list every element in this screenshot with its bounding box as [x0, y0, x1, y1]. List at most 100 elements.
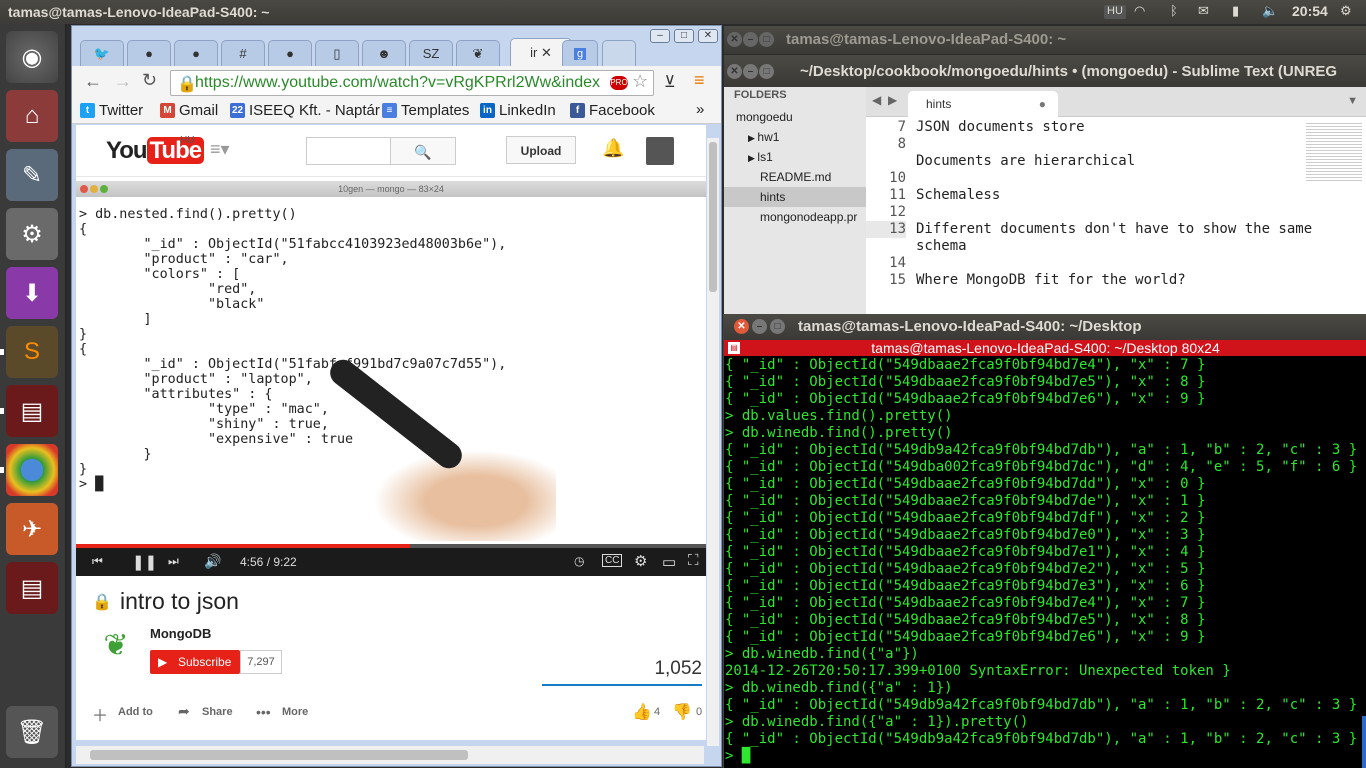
menu-icon[interactable]: ≡: [694, 70, 705, 91]
mongodb-leaf-icon[interactable]: ❦: [98, 628, 134, 676]
sidebar-item-ls1[interactable]: ▶ ls1: [724, 147, 866, 167]
editor-pane[interactable]: ◀ ▶ hints ● ▼ 7 8 10 11 12 13 14 15 JSON docume…: [866, 87, 1366, 315]
search-input[interactable]: [306, 137, 392, 165]
share-button[interactable]: Share: [202, 706, 233, 718]
tab-scroll-left-icon[interactable]: ◀: [872, 93, 881, 107]
keyboard-layout-indicator[interactable]: HU: [1104, 5, 1126, 19]
close-button[interactable]: ✕: [734, 319, 749, 334]
terminal-window[interactable]: ✕ – □ tamas@tamas-Lenovo-IdeaPad-S400: ~…: [723, 314, 1366, 768]
terminal-output[interactable]: { "_id" : ObjectId("549dbaae2fca9f0bf94b…: [725, 357, 1357, 765]
terminal-scrollbar[interactable]: [1362, 716, 1366, 768]
watch-later-icon[interactable]: ◷: [574, 554, 584, 568]
add-icon[interactable]: ＋: [92, 702, 108, 726]
trash-icon[interactable]: 🗑: [6, 706, 58, 758]
browser-tab[interactable]: ●: [174, 40, 218, 66]
sidebar-item-hw1[interactable]: ▶ hw1: [724, 127, 866, 147]
text-editor-icon[interactable]: ✎: [6, 149, 58, 201]
fullscreen-icon[interactable]: ⛶: [688, 552, 699, 569]
like-icon[interactable]: 👍: [632, 702, 652, 722]
add-to-button[interactable]: Add to: [118, 706, 153, 718]
mail-icon[interactable]: ✉: [1198, 3, 1209, 21]
scroll-thumb[interactable]: [709, 142, 717, 292]
pause-icon[interactable]: ❚❚: [132, 553, 157, 571]
sidebar-item-hints[interactable]: hints: [724, 187, 866, 207]
clock[interactable]: 20:54: [1292, 3, 1328, 21]
close-window-button[interactable]: ✕: [698, 29, 718, 43]
unsaved-dot-icon[interactable]: ●: [1039, 97, 1046, 111]
theater-mode-icon[interactable]: ▭: [662, 553, 676, 571]
avatar[interactable]: [646, 137, 674, 165]
wifi-icon[interactable]: ◠: [1134, 3, 1145, 21]
guide-menu-icon[interactable]: ≡▾: [210, 139, 230, 160]
power-gear-icon[interactable]: ⚙: [1340, 3, 1352, 21]
reload-icon[interactable]: ↻: [142, 70, 157, 91]
share-icon[interactable]: ➦: [178, 703, 190, 720]
bookmark-iseeq[interactable]: 22 ISEEQ Kft. - Naptár: [230, 102, 380, 119]
close-tab-icon[interactable]: ✕: [541, 45, 552, 61]
browser-tab[interactable]: #: [221, 40, 265, 66]
browser-tab[interactable]: ●: [268, 40, 312, 66]
scroll-thumb-h[interactable]: [90, 750, 468, 760]
captions-icon[interactable]: CC: [602, 554, 623, 567]
extension-pro-icon[interactable]: PRO: [610, 76, 628, 90]
pocket-icon[interactable]: ⊻: [664, 72, 676, 92]
dash-home-icon[interactable]: ◉: [6, 31, 58, 83]
browser-tab[interactable]: 🐦: [80, 40, 124, 66]
sidebar-item-readme-md[interactable]: README.md: [724, 167, 866, 187]
bookmarks-overflow-icon[interactable]: »: [696, 101, 704, 118]
browser-tab[interactable]: ❦: [456, 40, 500, 66]
tab-list-icon[interactable]: ▼: [1347, 95, 1358, 107]
bookmark-gmail[interactable]: M Gmail: [160, 102, 218, 119]
browser-tab[interactable]: ●: [127, 40, 171, 66]
software-center-icon[interactable]: ⬇: [6, 267, 58, 319]
expand-arrow-icon[interactable]: ▶: [748, 153, 757, 163]
upload-button[interactable]: Upload: [506, 136, 576, 164]
volume-icon[interactable]: 🔊: [204, 553, 221, 570]
browser-tab[interactable]: ▯: [315, 40, 359, 66]
horizontal-scrollbar[interactable]: [76, 746, 704, 764]
minimize-button[interactable]: –: [743, 32, 758, 47]
battery-icon[interactable]: ▮: [1232, 3, 1239, 21]
expand-arrow-icon[interactable]: ▶: [748, 133, 757, 143]
sublime-text-icon[interactable]: S: [6, 326, 58, 378]
previous-icon[interactable]: ⏮: [92, 554, 103, 569]
maximize-button[interactable]: □: [674, 29, 694, 43]
close-button[interactable]: ✕: [727, 32, 742, 47]
bookmark-linkedin[interactable]: in LinkedIn: [480, 102, 556, 119]
tab-scroll-right-icon[interactable]: ▶: [888, 93, 897, 107]
bluetooth-icon[interactable]: ᛒ: [1170, 3, 1178, 21]
search-button[interactable]: 🔍: [390, 137, 456, 165]
minimize-button[interactable]: –: [743, 64, 758, 79]
editor-tab-hints[interactable]: hints ●: [908, 91, 1058, 117]
tab-google[interactable]: g: [562, 40, 598, 66]
terminal-icon-2[interactable]: ▤: [6, 562, 58, 614]
more-dots-icon[interactable]: •••: [256, 704, 271, 720]
close-button[interactable]: ✕: [727, 64, 742, 79]
maximize-button[interactable]: □: [770, 319, 785, 334]
minimize-button[interactable]: –: [650, 29, 670, 43]
more-button[interactable]: More: [282, 706, 308, 718]
chrome-icon[interactable]: [6, 444, 58, 496]
notifications-bell-icon[interactable]: 🔔: [602, 138, 624, 159]
channel-name[interactable]: MongoDB: [150, 626, 211, 641]
vertical-scrollbar[interactable]: [707, 138, 719, 746]
minimap[interactable]: [1306, 121, 1362, 181]
sidebar-item-mongoedu[interactable]: mongoedu: [724, 107, 866, 127]
forward-icon[interactable]: →: [114, 71, 132, 92]
maximize-button[interactable]: □: [759, 32, 774, 47]
terminal-icon[interactable]: ▤: [6, 385, 58, 437]
maximize-button[interactable]: □: [759, 64, 774, 79]
back-icon[interactable]: ←: [84, 71, 102, 92]
minimize-button[interactable]: –: [752, 319, 767, 334]
browser-tab[interactable]: SZ: [409, 40, 453, 66]
system-settings-icon[interactable]: ⚙: [6, 208, 58, 260]
bookmark-twitter[interactable]: t Twitter: [80, 102, 143, 119]
video-player[interactable]: 10gen — mongo — 83×24 > db.nested.find()…: [76, 181, 706, 576]
volume-icon[interactable]: 🔈: [1262, 3, 1278, 21]
bookmark-templates[interactable]: ≡ Templates: [382, 102, 469, 119]
next-icon[interactable]: ⏭: [168, 554, 179, 569]
settings-gear-icon[interactable]: ⚙: [634, 552, 647, 570]
subscribe-button[interactable]: ▶ Subscribe: [150, 650, 240, 674]
sidebar-item-mongonodeapp-pr[interactable]: mongonodeapp.pr: [724, 207, 866, 227]
postman-icon[interactable]: ✈: [6, 503, 58, 555]
